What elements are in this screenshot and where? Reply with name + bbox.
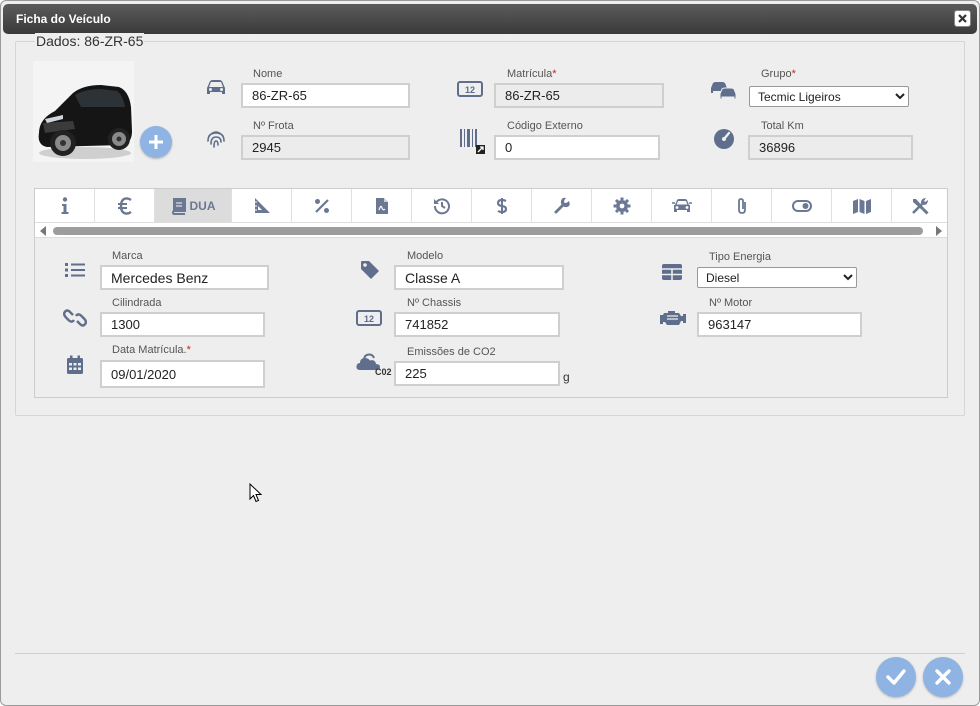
frota-label: Nº Frota xyxy=(253,120,294,132)
tab-scrollbar[interactable] xyxy=(35,223,947,238)
tab-financial[interactable] xyxy=(472,189,532,223)
add-photo-button[interactable] xyxy=(140,126,172,158)
tab-dua[interactable]: DUA xyxy=(155,189,232,223)
percent-icon xyxy=(314,199,329,213)
cancel-button[interactable] xyxy=(923,657,963,697)
data-matricula-input[interactable] xyxy=(100,360,265,388)
car-icon xyxy=(207,80,225,94)
tab-dimensions[interactable] xyxy=(232,189,292,223)
emissoes-input[interactable] xyxy=(394,361,560,386)
tab-tools[interactable] xyxy=(892,189,947,223)
history-icon xyxy=(433,198,450,215)
gear-icon xyxy=(613,197,630,215)
plate-number-icon: 12 xyxy=(457,81,483,97)
tab-dua-label: DUA xyxy=(189,199,216,213)
tipo-energia-select[interactable]: Diesel xyxy=(697,267,857,288)
motor-input[interactable] xyxy=(697,312,862,337)
tab-map[interactable] xyxy=(832,189,892,223)
chassis-number-icon: 12 xyxy=(356,310,382,326)
set-square-icon xyxy=(254,198,270,213)
wrench-icon xyxy=(553,197,570,214)
matricula-label: Matrícula* xyxy=(507,68,557,80)
calendar-icon xyxy=(67,355,83,374)
modelo-input[interactable] xyxy=(394,265,564,290)
info-icon xyxy=(61,197,68,214)
vehicle-photo xyxy=(33,61,134,162)
link-icon xyxy=(63,309,87,327)
grupo-select[interactable]: Tecmic Ligeiros xyxy=(749,86,909,107)
marca-input[interactable] xyxy=(100,265,269,290)
barcode-icon xyxy=(460,129,485,154)
marca-label: Marca xyxy=(112,250,143,262)
speedometer-icon xyxy=(714,129,734,149)
car-group-icon xyxy=(711,82,737,100)
nome-input[interactable] xyxy=(241,83,410,108)
toggle-icon xyxy=(791,200,812,212)
scroll-left-arrow-icon[interactable] xyxy=(40,226,46,236)
motor-label: Nº Motor xyxy=(709,297,753,309)
co2-icon-label: C02 xyxy=(375,367,392,377)
svg-text:12: 12 xyxy=(465,85,475,95)
tab-maintenance[interactable] xyxy=(532,189,592,223)
tab-costs[interactable] xyxy=(95,189,155,223)
emissoes-label: Emissões de CO2 xyxy=(407,346,496,358)
cancel-icon xyxy=(935,669,951,685)
tools-icon xyxy=(911,198,929,215)
tab-vehicle[interactable] xyxy=(652,189,712,223)
euro-icon xyxy=(117,197,132,215)
tab-history[interactable] xyxy=(412,189,472,223)
pdf-file-icon xyxy=(375,198,388,214)
codigo-externo-label: Código Externo xyxy=(507,120,583,132)
tab-documents[interactable] xyxy=(352,189,412,223)
cilindrada-input[interactable] xyxy=(100,312,265,337)
matricula-input[interactable] xyxy=(494,83,664,108)
window-title: Ficha do Veículo xyxy=(16,12,111,26)
tab-percent[interactable] xyxy=(292,189,352,223)
total-km-label: Total Km xyxy=(761,120,804,132)
mouse-cursor-icon xyxy=(249,483,263,503)
check-icon xyxy=(886,669,906,685)
paperclip-icon xyxy=(737,198,746,214)
nome-label: Nome xyxy=(253,68,283,80)
plus-icon xyxy=(149,135,163,149)
chassis-label: Nº Chassis xyxy=(407,297,462,309)
fieldset-legend: Dados: 86-ZR-65 xyxy=(35,33,145,49)
tab-settings[interactable] xyxy=(592,189,652,223)
emissoes-unit: g xyxy=(563,370,570,384)
tag-icon xyxy=(361,261,379,279)
scroll-right-arrow-icon[interactable] xyxy=(936,226,942,236)
close-window-button[interactable] xyxy=(954,10,971,27)
tab-status[interactable] xyxy=(772,189,832,223)
chassis-input[interactable] xyxy=(394,312,560,337)
modelo-label: Modelo xyxy=(407,250,444,262)
scrollbar-thumb[interactable] xyxy=(53,227,923,235)
car-photo-image xyxy=(33,61,134,162)
list-icon xyxy=(65,263,85,277)
footer-divider xyxy=(15,653,965,654)
data-matricula-label: Data Matrícula.* xyxy=(112,344,191,356)
tab-attachments[interactable] xyxy=(712,189,772,223)
codigo-externo-input[interactable] xyxy=(494,135,660,160)
total-km-input[interactable] xyxy=(748,135,913,160)
car-front-icon xyxy=(671,199,692,212)
frota-input[interactable] xyxy=(241,135,410,160)
engine-icon xyxy=(660,311,686,325)
dollar-icon xyxy=(496,198,507,214)
vehicle-tabs-panel: DUA Marca Mercedes Benz Modelo Classe A … xyxy=(34,188,948,398)
table-icon xyxy=(662,264,682,280)
tab-info[interactable] xyxy=(35,189,95,223)
grupo-label: Grupo* xyxy=(761,68,796,80)
tipo-energia-label: Tipo Energia xyxy=(709,251,771,263)
map-icon xyxy=(852,199,871,214)
fingerprint-icon xyxy=(207,131,225,148)
close-icon xyxy=(958,14,967,23)
cilindrada-label: Cilindrada xyxy=(112,297,162,309)
tab-bar: DUA xyxy=(35,189,947,223)
svg-text:12: 12 xyxy=(364,314,374,324)
book-icon xyxy=(171,197,186,215)
title-bar: Ficha do Veículo xyxy=(3,4,977,34)
vehicle-dialog: Ficha do Veículo Dados: 86-ZR-65 Nome 86… xyxy=(0,0,980,706)
confirm-button[interactable] xyxy=(876,657,916,697)
vehicle-data-fieldset: Dados: 86-ZR-65 Nome 86-ZR-65 12 Matrícu… xyxy=(15,33,965,416)
